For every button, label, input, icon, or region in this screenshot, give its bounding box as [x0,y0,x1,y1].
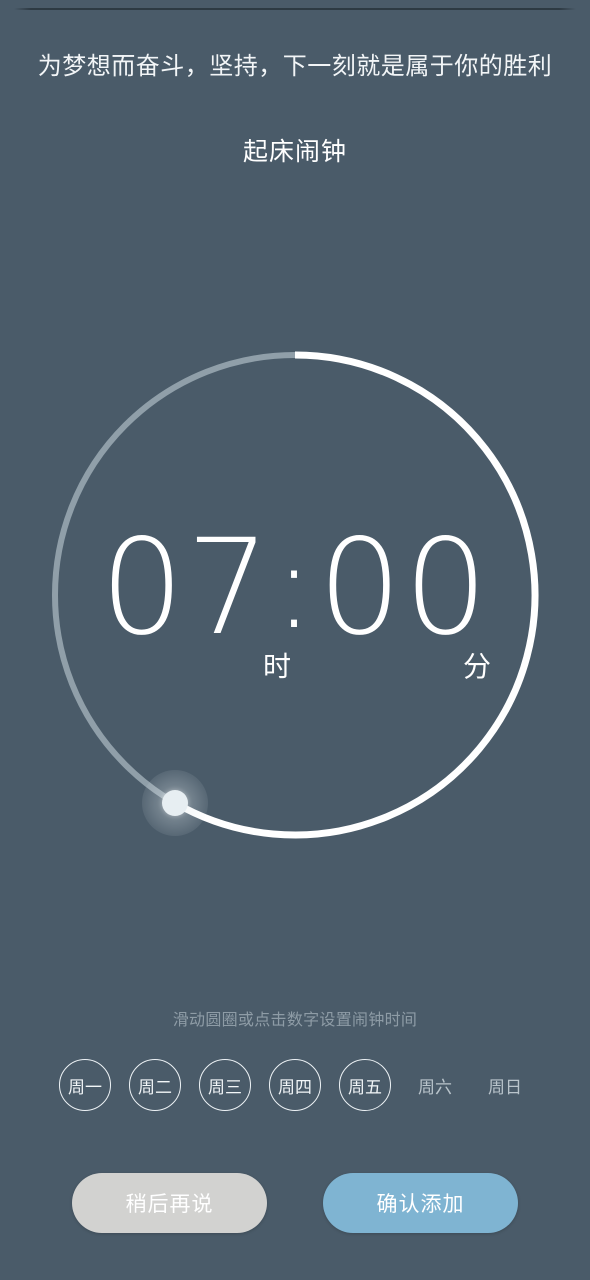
minute-unit-label: 分 [463,651,492,682]
weekday-chip[interactable]: 周五 [339,1059,391,1111]
cancel-button[interactable]: 稍后再说 [72,1173,267,1233]
hour-unit-label: 时 [263,651,292,682]
weekday-chip[interactable]: 周三 [199,1059,251,1111]
weekday-chip[interactable]: 周六 [409,1059,461,1111]
weekday-selector: 周一 周二 周三 周四 周五 周六 周日 [0,1057,590,1113]
dial-handle[interactable] [162,789,188,816]
page-title: 起床闹钟 [242,138,347,166]
confirm-button[interactable]: 确认添加 [323,1173,518,1233]
hour-value[interactable]: 07 [100,522,272,654]
time-display[interactable]: 07:00 [45,517,545,658]
minute-value[interactable]: 00 [318,522,490,654]
weekday-chip[interactable]: 周二 [129,1059,181,1111]
dial-hint-text: 滑动圆圈或点击数字设置闹钟时间 [172,1012,418,1029]
time-dial[interactable]: 07:00 时 分 [45,330,545,840]
time-colon: : [274,517,316,655]
weekday-chip[interactable]: 周日 [479,1059,531,1111]
alarm-screen: 为梦想而奋斗，坚持，下一刻就是属于你的胜利 起床闹钟 07:00 时 分 滑动圆… [0,0,590,1280]
weekday-chip[interactable]: 周一 [59,1059,111,1111]
action-bar: 稍后再说 确认添加 [0,1173,590,1235]
header-slogan: 为梦想而奋斗，坚持，下一刻就是属于你的胜利 [37,53,553,80]
weekday-chip[interactable]: 周四 [269,1059,321,1111]
top-divider [14,8,576,10]
